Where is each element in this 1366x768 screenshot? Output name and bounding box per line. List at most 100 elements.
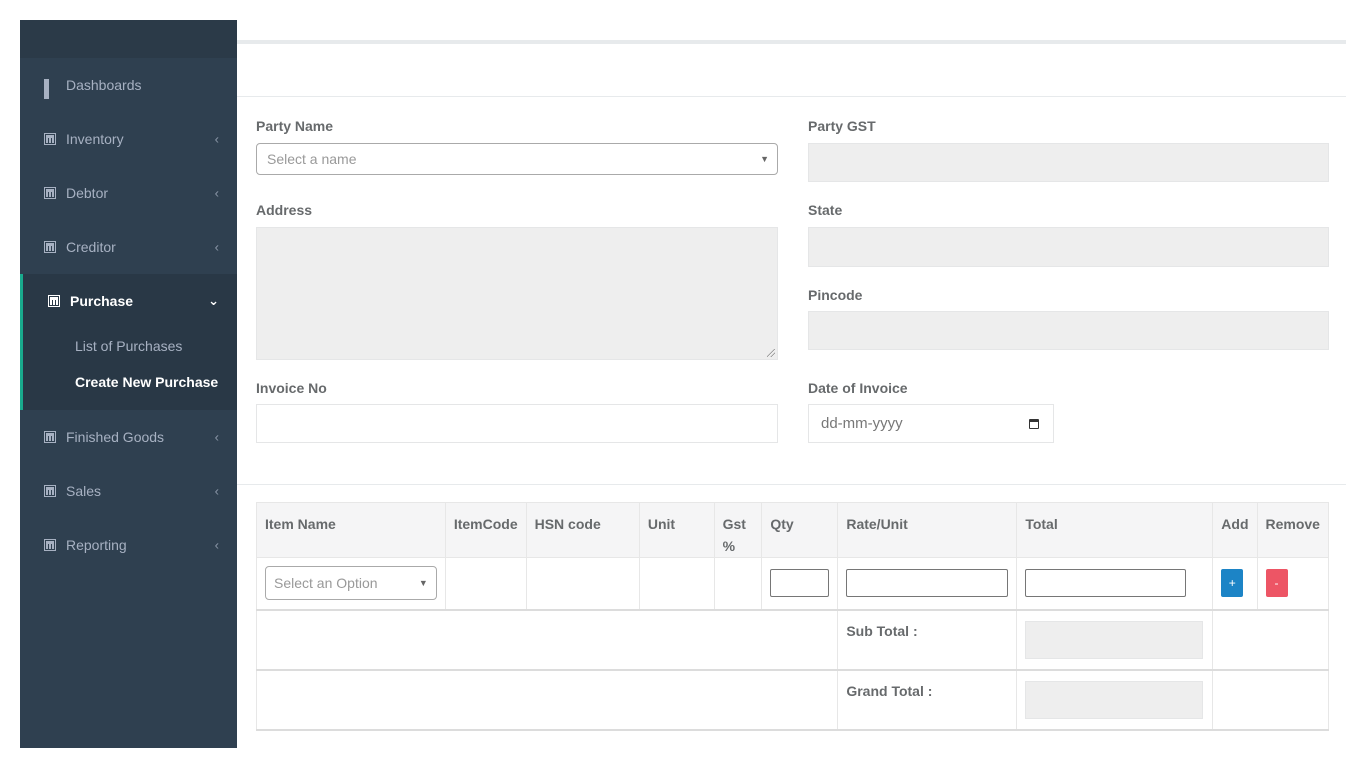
- calculator-icon: [44, 133, 56, 145]
- chevron-down-icon: ⌄: [208, 293, 219, 308]
- address-label: Address: [256, 202, 313, 218]
- table-header-row: Item Name ItemCode HSN code Unit Gst % Q…: [256, 502, 1329, 558]
- items-table: Item Name ItemCode HSN code Unit Gst % Q…: [255, 502, 1329, 731]
- table-row: Select an Option ▼ + -: [256, 557, 1329, 611]
- section-divider: [237, 484, 1346, 485]
- calculator-icon: [48, 295, 60, 307]
- party-name-placeholder: Select a name: [267, 151, 357, 167]
- calendar-icon[interactable]: [1029, 418, 1039, 429]
- sidebar: Dashboards Inventory ‹ Debtor ‹ Creditor…: [20, 20, 237, 748]
- date-placeholder: dd-mm-yyyy: [821, 415, 903, 432]
- nav-group-dashboards: Dashboards: [20, 58, 237, 112]
- header-divider: [237, 96, 1346, 97]
- date-of-invoice-input[interactable]: dd-mm-yyyy: [808, 404, 1054, 443]
- sidebar-item-label: Reporting: [66, 537, 127, 553]
- sidebar-item-label: Creditor: [66, 239, 116, 255]
- sidebar-item-label: Inventory: [66, 131, 124, 147]
- sidebar-item-purchase[interactable]: Purchase ⌄: [23, 274, 237, 328]
- sidebar-item-inventory[interactable]: Inventory ‹: [20, 112, 237, 166]
- calculator-icon: [44, 485, 56, 497]
- item-name-placeholder: Select an Option: [274, 575, 378, 592]
- cell-rate-unit: [837, 557, 1018, 611]
- invoice-no-input[interactable]: [256, 404, 778, 443]
- resize-handle-icon[interactable]: [767, 349, 775, 357]
- chevron-left-icon: ‹: [214, 239, 219, 255]
- chevron-left-icon: ‹: [214, 429, 219, 445]
- grandtotal-cell: [1016, 669, 1214, 731]
- sidebar-item-finished-goods[interactable]: Finished Goods ‹: [20, 410, 237, 464]
- purchase-submenu: List of Purchases Create New Purchase: [23, 328, 237, 410]
- pincode-label: Pincode: [808, 287, 863, 303]
- subtotal-spacer: [255, 609, 839, 671]
- cell-remove: -: [1256, 557, 1329, 611]
- party-gst-field[interactable]: [808, 143, 1329, 182]
- chevron-left-icon: ‹: [214, 483, 219, 499]
- add-row-button[interactable]: +: [1221, 569, 1244, 598]
- nav-group-inventory: Inventory ‹: [20, 112, 237, 166]
- chevron-left-icon: ‹: [214, 185, 219, 201]
- sidebar-subitem-create-new-purchase[interactable]: Create New Purchase: [23, 364, 237, 400]
- state-field[interactable]: [808, 227, 1329, 267]
- grid-icon: [44, 79, 56, 99]
- subtotal-field[interactable]: [1025, 620, 1204, 659]
- chevron-left-icon: ‹: [214, 131, 219, 147]
- rate-unit-input[interactable]: [846, 569, 1009, 598]
- cell-item-name: Select an Option ▼: [256, 557, 446, 611]
- sidebar-item-label: Debtor: [66, 185, 109, 201]
- col-header-total: Total: [1016, 502, 1214, 558]
- nav-group-reporting: Reporting ‹: [20, 518, 237, 572]
- cell-total: [1016, 557, 1214, 611]
- top-divider: [237, 40, 1346, 44]
- sidebar-item-reporting[interactable]: Reporting ‹: [20, 518, 237, 572]
- dropdown-arrow-icon: ▼: [418, 578, 428, 589]
- grandtotal-spacer: [255, 669, 839, 731]
- chevron-left-icon: ‹: [214, 537, 219, 553]
- col-header-itemcode: ItemCode: [444, 502, 527, 558]
- col-header-gst: Gst %: [713, 502, 763, 558]
- sidebar-nav: Dashboards Inventory ‹ Debtor ‹ Creditor…: [20, 58, 237, 572]
- nav-group-finished-goods: Finished Goods ‹: [20, 410, 237, 464]
- qty-input[interactable]: [770, 569, 830, 598]
- cell-itemcode: [444, 557, 527, 611]
- cell-add: +: [1212, 557, 1258, 611]
- grandtotal-row: Grand Total :: [255, 669, 1329, 731]
- sidebar-item-debtor[interactable]: Debtor ‹: [20, 166, 237, 220]
- sidebar-item-label: Finished Goods: [66, 429, 165, 445]
- grandtotal-empty: [1212, 669, 1329, 731]
- sidebar-item-dashboards[interactable]: Dashboards: [20, 58, 237, 112]
- party-name-select[interactable]: Select a name ▼: [256, 143, 778, 175]
- date-of-invoice-label: Date of Invoice: [808, 380, 908, 396]
- sidebar-item-label: Purchase: [70, 293, 134, 309]
- subtotal-cell: [1016, 609, 1214, 671]
- cell-hsn-code: [525, 557, 640, 611]
- calculator-icon: [44, 431, 56, 443]
- nav-group-debtor: Debtor ‹: [20, 166, 237, 220]
- col-header-item-name: Item Name: [256, 502, 446, 558]
- cell-unit: [638, 557, 715, 611]
- party-name-label: Party Name: [256, 118, 334, 134]
- sidebar-item-creditor[interactable]: Creditor ‹: [20, 220, 237, 274]
- invoice-no-label: Invoice No: [256, 380, 327, 396]
- col-header-rate-unit: Rate/Unit: [837, 502, 1018, 558]
- item-name-select[interactable]: Select an Option ▼: [265, 566, 437, 601]
- cell-qty: [761, 557, 839, 611]
- remove-row-button[interactable]: -: [1265, 569, 1288, 598]
- subtotal-empty: [1212, 609, 1329, 671]
- sidebar-item-sales[interactable]: Sales ‹: [20, 464, 237, 518]
- subtotal-label: Sub Total :: [837, 609, 1018, 671]
- total-input[interactable]: [1025, 569, 1187, 598]
- dropdown-arrow-icon: ▼: [760, 154, 769, 164]
- col-header-qty: Qty: [761, 502, 839, 558]
- col-header-unit: Unit: [638, 502, 715, 558]
- col-header-add: Add: [1212, 502, 1258, 558]
- grandtotal-label: Grand Total :: [837, 669, 1018, 731]
- calculator-icon: [44, 241, 56, 253]
- sidebar-subitem-list-of-purchases[interactable]: List of Purchases: [23, 328, 237, 364]
- col-header-remove: Remove: [1256, 502, 1329, 558]
- address-textarea[interactable]: [256, 227, 778, 360]
- calculator-icon: [44, 539, 56, 551]
- grandtotal-field[interactable]: [1025, 680, 1204, 719]
- nav-group-sales: Sales ‹: [20, 464, 237, 518]
- cell-gst: [713, 557, 763, 611]
- pincode-field[interactable]: [808, 311, 1329, 350]
